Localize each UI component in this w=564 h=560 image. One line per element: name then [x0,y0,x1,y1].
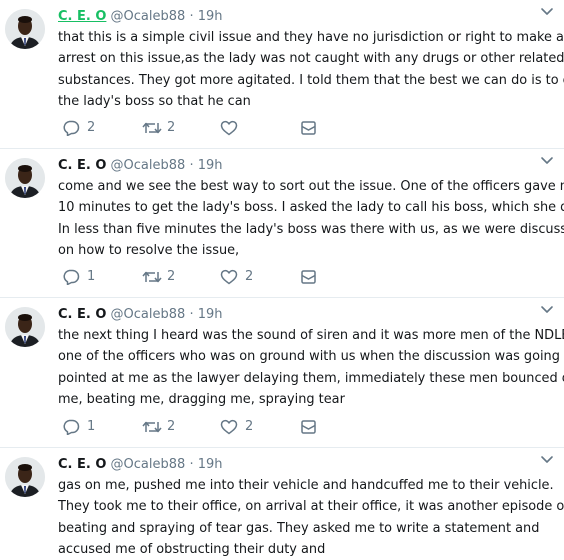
tweet-text-line: one of the officers who was on ground wi… [58,349,564,365]
tweet[interactable]: C. E. O @Ocaleb88 · 19h that this is a s… [0,0,564,148]
tweet-text-line: beating and spraying of tear gas. They a… [58,520,540,536]
chevron-down-icon[interactable] [540,3,554,15]
chevron-down-icon[interactable] [540,451,554,463]
tweet-text-line: substances. They got more agitated. I to… [58,72,564,88]
tweet-thread: C. E. O @Ocaleb88 · 19h that this is a s… [0,0,564,557]
tweet-text-line: the lady's boss so that he can [58,93,251,109]
timestamp[interactable]: 19h [198,307,223,322]
avatar[interactable] [5,307,45,347]
like-count: 2 [245,269,254,284]
tweet-text-line: arrest on this issue,as the lady was not… [58,51,564,67]
tweet-text: come and we see the best way to sort out… [58,176,564,261]
separator-dot: · [189,9,194,24]
tweet-header: C. E. O @Ocaleb88 · 19h [58,456,223,474]
reply-count: 1 [87,269,96,284]
author-handle[interactable]: @Ocaleb88 [111,9,186,24]
tweet[interactable]: C. E. O @Ocaleb88 · 19h gas on me, pushe… [0,448,564,557]
author-name[interactable]: C. E. O [58,457,106,472]
tweet-text-line: the next thing I heard was the sound of … [58,328,564,343]
tweet-text-line: pointed at me as the lawyer delaying the… [58,370,564,386]
tweet-text: the next thing I heard was the sound of … [58,325,564,410]
separator-dot: · [189,307,194,322]
timestamp[interactable]: 19h [198,158,223,173]
tweet-text-line: on how to resolve the issue, [58,242,240,258]
avatar[interactable] [5,9,45,49]
reply-count: 1 [87,419,96,434]
tweet[interactable]: C. E. O @Ocaleb88 · 19h come and we see … [0,149,564,297]
retweet-count: 2 [167,120,176,135]
tweet-text: that this is a simple civil issue and th… [58,27,564,112]
tweet[interactable]: C. E. O @Ocaleb88 · 19h the next thing I… [0,298,564,447]
reply-count: 2 [87,120,96,135]
author-name[interactable]: C. E. O [58,158,106,173]
author-name[interactable]: C. E. O [58,307,106,322]
avatar[interactable] [5,158,45,198]
avatar[interactable] [5,457,45,497]
tweet-text-line: In less than five minutes the lady's bos… [58,221,564,237]
tweet-header: C. E. O @Ocaleb88 · 19h [58,8,223,26]
tweet-text: gas on me, pushed me into their vehicle … [58,475,564,560]
tweet-text-line: come and we see the best way to sort out… [58,179,564,194]
retweet-count: 2 [167,419,176,434]
tweet-text-line: gas on me, pushed me into their vehicle … [58,478,554,493]
tweet-header: C. E. O @Ocaleb88 · 19h [58,157,223,175]
separator-dot: · [189,158,194,173]
separator-dot: · [189,457,194,472]
chevron-down-icon[interactable] [540,301,554,313]
author-handle[interactable]: @Ocaleb88 [111,457,186,472]
tweet-header: C. E. O @Ocaleb88 · 19h [58,306,223,324]
retweet-count: 2 [167,269,176,284]
like-count: 2 [245,419,254,434]
timestamp[interactable]: 19h [198,9,223,24]
tweet-text-line: me, beating me, dragging me, spraying te… [58,391,345,407]
tweet-text-line: that this is a simple civil issue and th… [58,30,564,45]
tweet-text-line: They took me to their office, on arrival… [58,499,564,515]
author-name[interactable]: C. E. O [58,9,106,24]
chevron-down-icon[interactable] [540,152,554,164]
tweet-text-line: 10 minutes to get the lady's boss. I ask… [58,200,564,216]
author-handle[interactable]: @Ocaleb88 [111,158,186,173]
author-handle[interactable]: @Ocaleb88 [111,307,186,322]
timestamp[interactable]: 19h [198,457,223,472]
